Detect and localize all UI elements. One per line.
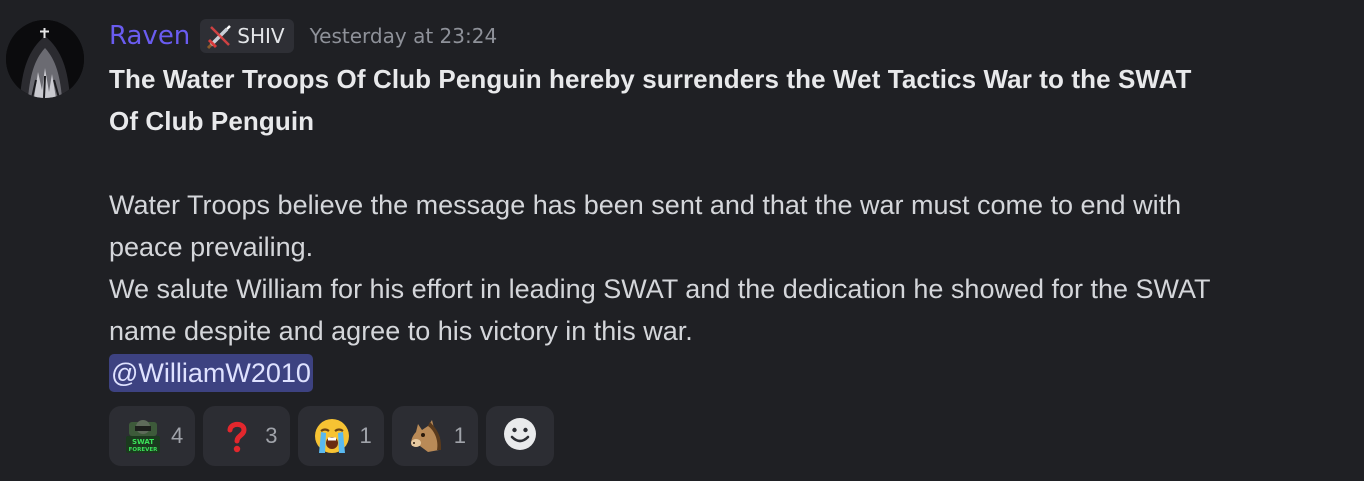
message-body-line-2: peace prevailing.	[109, 232, 314, 262]
reaction-question-mark[interactable]: 3	[203, 406, 290, 466]
crossed-swords-icon	[206, 22, 234, 50]
author-username[interactable]: Raven	[109, 21, 190, 51]
message-body-line-3: We salute William for his effort in lead…	[109, 274, 1211, 304]
message-content: The Water Troops Of Club Penguin hereby …	[109, 58, 1359, 392]
add-reaction-smiley-icon	[502, 416, 538, 456]
role-tag[interactable]: SHIV	[200, 19, 294, 53]
avatar[interactable]	[6, 20, 84, 98]
message-bold-line-1: The Water Troops Of Club Penguin hereby …	[109, 64, 1192, 94]
reaction-swat-forever[interactable]: SWAT FOREVER 4	[109, 406, 196, 466]
horse-face-emoji	[406, 416, 446, 456]
chat-message: Raven SHIV Yesterday at 23:24 The Water …	[0, 0, 1364, 481]
message-body-line-4: name despite and agree to his victory in…	[109, 316, 693, 346]
reaction-count: 1	[359, 423, 372, 448]
reaction-count: 1	[453, 423, 466, 448]
message-body-line-1: Water Troops believe the message has bee…	[109, 190, 1182, 220]
svg-text:FOREVER: FOREVER	[129, 447, 158, 453]
message-header: Raven SHIV Yesterday at 23:24	[109, 16, 497, 56]
reaction-count: 4	[171, 423, 184, 448]
hooded-figure-avatar-icon	[6, 20, 84, 98]
message-timestamp[interactable]: Yesterday at 23:24	[310, 24, 498, 48]
reactions-bar: SWAT FOREVER 4 3 1 1	[109, 406, 554, 466]
reaction-loudly-crying[interactable]: 1	[297, 406, 384, 466]
reaction-count: 3	[265, 423, 278, 448]
svg-text:SWAT: SWAT	[132, 438, 154, 446]
add-reaction-button[interactable]	[486, 406, 554, 466]
role-tag-label: SHIV	[237, 24, 285, 48]
user-mention[interactable]: @WilliamW2010	[109, 354, 313, 392]
swat-forever-custom-emoji: SWAT FOREVER	[123, 416, 163, 456]
loudly-crying-face-emoji	[312, 416, 352, 456]
reaction-horse-face[interactable]: 1	[391, 406, 478, 466]
red-question-mark-emoji	[217, 416, 257, 456]
message-bold-line-2: Of Club Penguin	[109, 106, 315, 136]
